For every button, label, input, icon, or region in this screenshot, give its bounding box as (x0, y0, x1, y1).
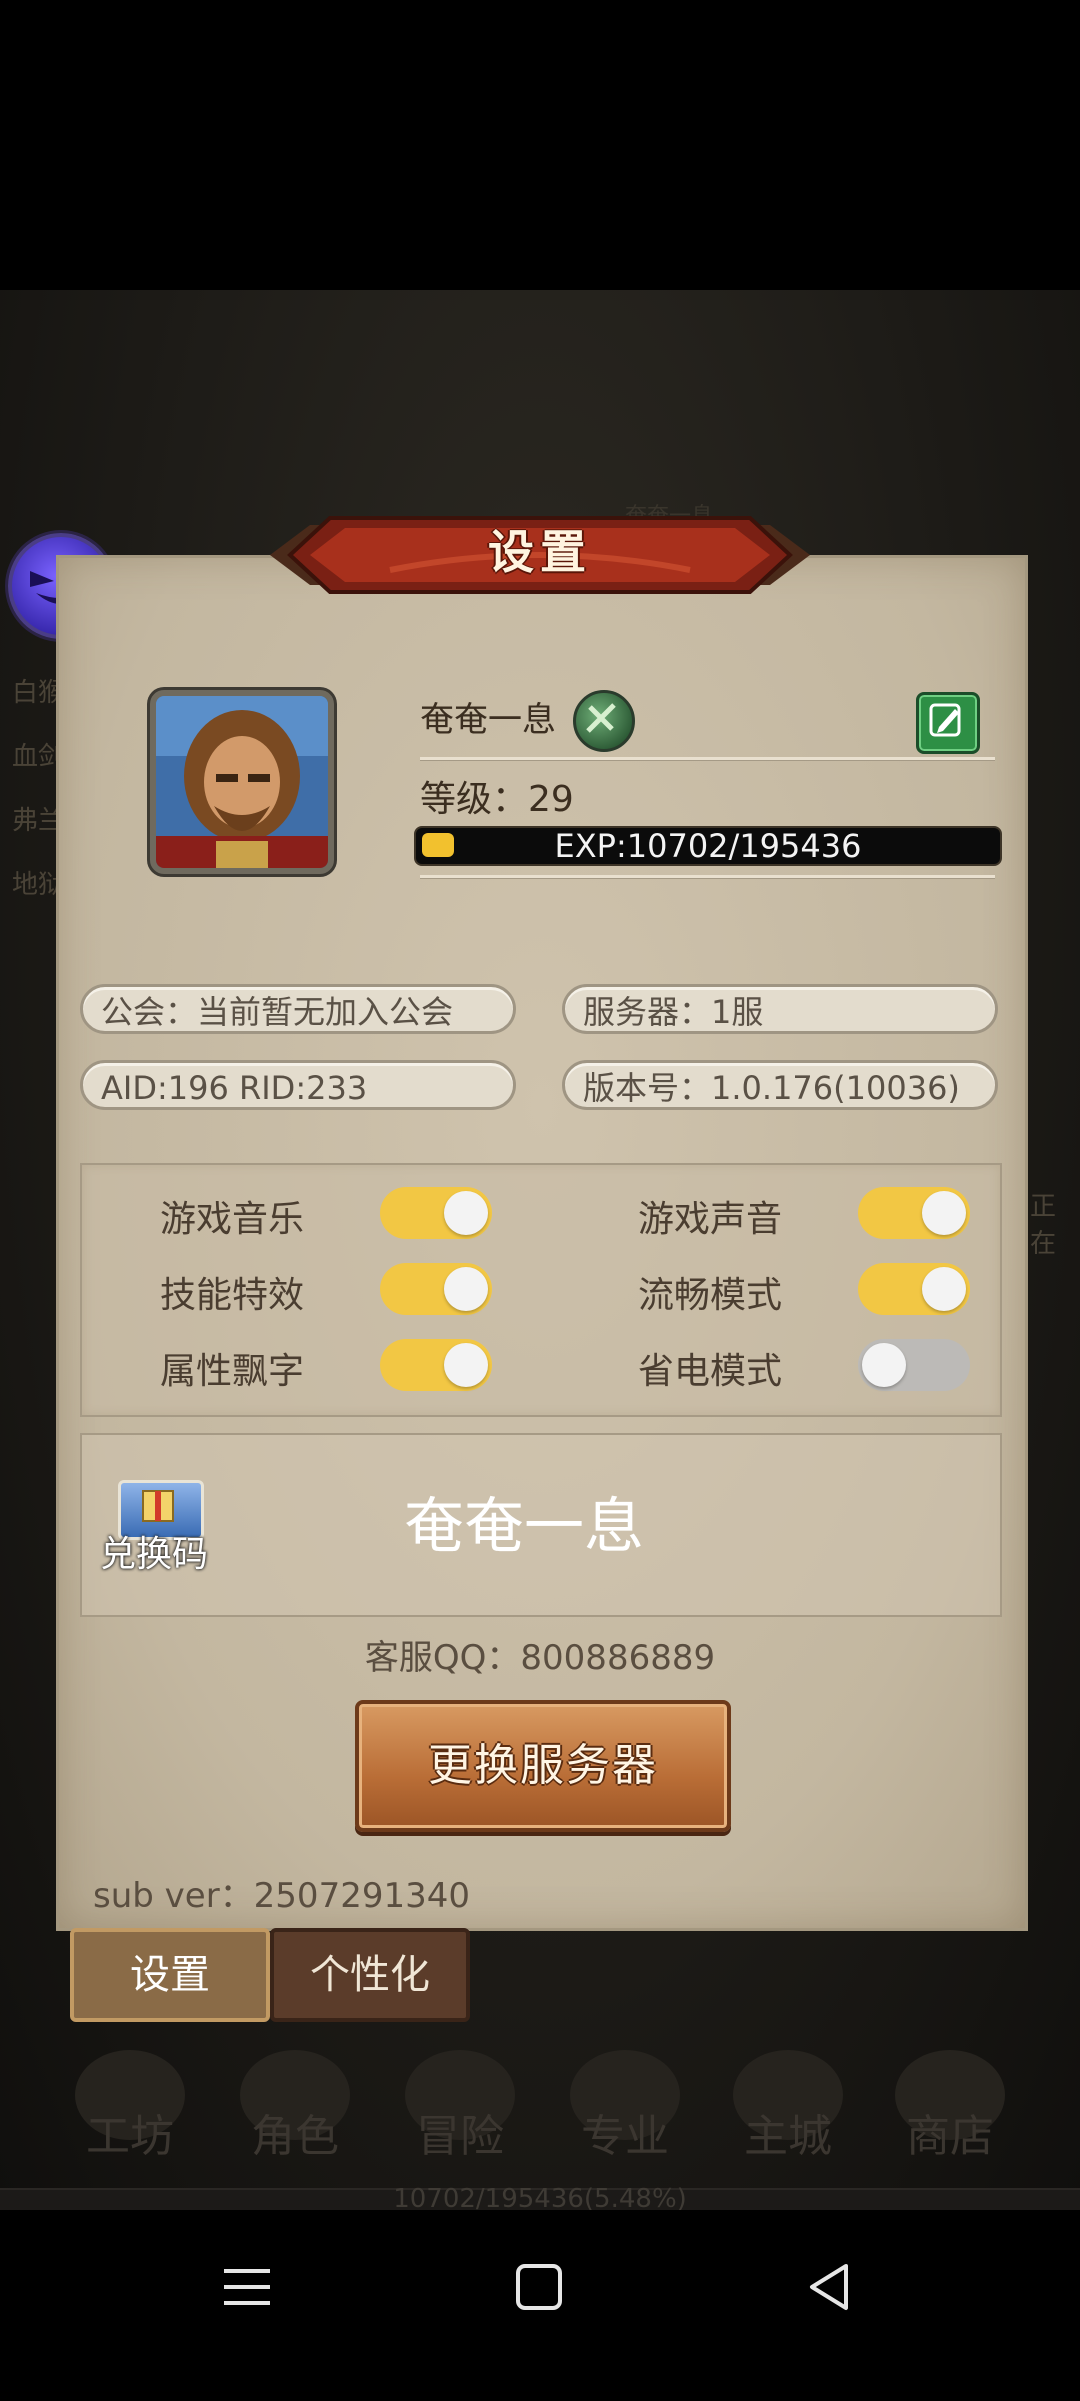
hero-portrait-icon (156, 696, 328, 868)
tab-settings[interactable]: 设置 (70, 1928, 270, 2022)
guild-emblem-icon (573, 690, 635, 752)
nav-character: 角色 (225, 2050, 365, 2162)
support-qq: 客服QQ：800886889 (364, 1638, 716, 1678)
tab-personalize[interactable]: 个性化 (270, 1928, 470, 2022)
back-icon[interactable] (806, 2262, 852, 2312)
toggle-knob (922, 1267, 966, 1311)
toggle-power-saving[interactable] (858, 1339, 970, 1391)
server-info: 服务器：1服 (562, 984, 998, 1034)
background-right-text: 正在 (1030, 1192, 1057, 1259)
exp-text: EXP:10702/195436 (554, 827, 862, 865)
toggle-knob (444, 1267, 488, 1311)
version-info: 版本号：1.0.176(10036) (562, 1060, 998, 1110)
toggle-floating-text[interactable] (380, 1339, 492, 1391)
toggle-label-smooth-mode: 流畅模式 (638, 1275, 783, 1316)
edit-name-button[interactable] (916, 692, 980, 754)
dialog-title: 设置 (488, 525, 592, 579)
change-server-button[interactable]: 更换服务器 (355, 1700, 731, 1832)
nav-adventure: 冒险 (390, 2050, 530, 2162)
player-portrait[interactable] (150, 690, 334, 874)
change-server-label: 更换服务器 (428, 1740, 658, 1791)
player-level: 等级：29 (420, 779, 574, 820)
profile-divider (420, 757, 995, 760)
toggle-label-sound: 游戏声音 (638, 1199, 783, 1240)
toggle-sound[interactable] (858, 1187, 970, 1239)
home-icon[interactable] (514, 2262, 564, 2312)
account-ids: AID:196 RID:233 (80, 1060, 516, 1110)
toggle-label-floating-text: 属性飘字 (160, 1351, 305, 1392)
toggle-knob (444, 1191, 488, 1235)
guild-info: 公会：当前暂无加入公会 (80, 984, 516, 1034)
profile-divider (420, 875, 995, 878)
toggle-knob (862, 1343, 906, 1387)
toggle-label-skill-effects: 技能特效 (160, 1275, 305, 1316)
redeem-overlay-name: 奄奄一息 (404, 1492, 644, 1562)
nav-workshop: 工坊 (60, 2050, 200, 2162)
nav-profession: 专业 (555, 2050, 695, 2162)
exp-bar: EXP:10702/195436 (414, 826, 1002, 866)
toggle-knob (444, 1343, 488, 1387)
player-name: 奄奄一息 (420, 700, 556, 740)
toggle-label-music: 游戏音乐 (160, 1199, 305, 1240)
menu-icon[interactable] (222, 2265, 272, 2309)
nav-shop: 商店 (880, 2050, 1020, 2162)
system-nav-bar (0, 2210, 1080, 2401)
redeem-code-button[interactable]: 兑换码 (100, 1525, 208, 1577)
pencil-icon (929, 703, 961, 737)
toggle-smooth-mode[interactable] (858, 1263, 970, 1315)
toggle-skill-effects[interactable] (380, 1263, 492, 1315)
sub-version: sub ver：2507291340 (93, 1876, 470, 1916)
toggle-label-power-saving: 省电模式 (638, 1351, 783, 1392)
toggle-music[interactable] (380, 1187, 492, 1239)
toggle-knob (922, 1191, 966, 1235)
nav-main-city: 主城 (718, 2050, 858, 2162)
